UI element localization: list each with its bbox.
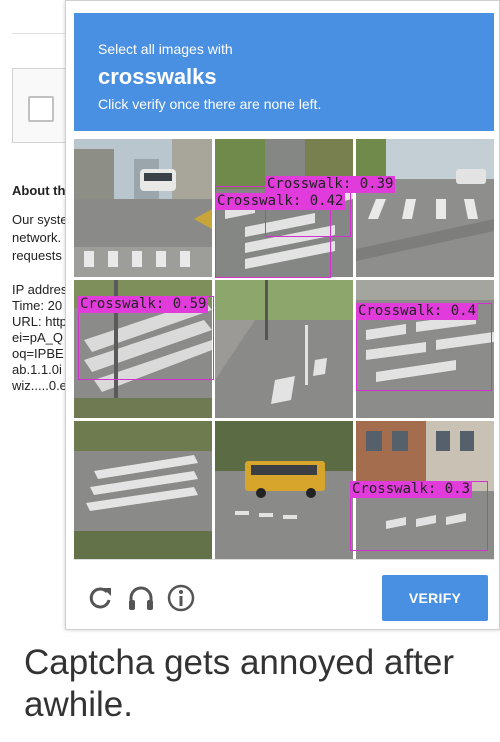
verify-button[interactable]: VERIFY [382,575,488,621]
ip-line: ei=pA_Q [12,330,63,345]
divider [12,33,67,34]
about-line: network. [12,230,62,245]
info-icon[interactable] [166,583,196,613]
captcha-header: Select all images with crosswalks Click … [74,13,494,131]
detection-label: Crosswalk: 0.59 [78,296,209,313]
reload-icon[interactable] [86,583,116,613]
image-tile[interactable] [215,280,353,418]
ip-line: IP addres [12,282,68,297]
ip-line: oq=IPBE [12,346,64,361]
street-photo [356,139,494,277]
street-photo [215,280,353,418]
instruction-text: Select all images with [98,41,233,57]
ip-line: Time: 20 [12,298,63,313]
headphones-icon[interactable] [126,583,156,613]
captcha-dialog: Select all images with crosswalks Click … [65,0,500,630]
street-photo [74,139,212,277]
recaptcha-checkbox[interactable] [28,96,54,122]
image-tile[interactable] [356,139,494,277]
image-tile[interactable] [215,421,353,559]
about-line: Our syste [12,212,68,227]
footer-divider [74,559,494,560]
detection-label: Crosswalk: 0.39 [265,176,396,193]
street-photo [74,421,212,559]
ip-line: URL: http [12,314,67,329]
image-tile[interactable] [74,139,212,277]
target-keyword: crosswalks [98,64,217,89]
meme-caption: Captcha gets annoyed after awhile. [24,643,455,724]
image-grid: Crosswalk: 0.39 Crosswalk: 0.42 Crosswal… [74,139,494,559]
detection-label: Crosswalk: 0.3 [350,481,473,498]
image-tile[interactable] [74,421,212,559]
about-heading: About th [12,183,66,198]
ip-line: wiz.....0.e [12,378,67,393]
page: About th Our syste network. requests IP … [0,0,500,742]
street-photo [215,421,353,559]
sub-instruction-text: Click verify once there are none left. [98,96,322,112]
ip-line: ab.1.1.0i [12,362,62,377]
detection-label: Crosswalk: 0.4 [356,303,479,320]
detection-label: Crosswalk: 0.42 [215,193,346,210]
about-line: requests [12,248,62,263]
